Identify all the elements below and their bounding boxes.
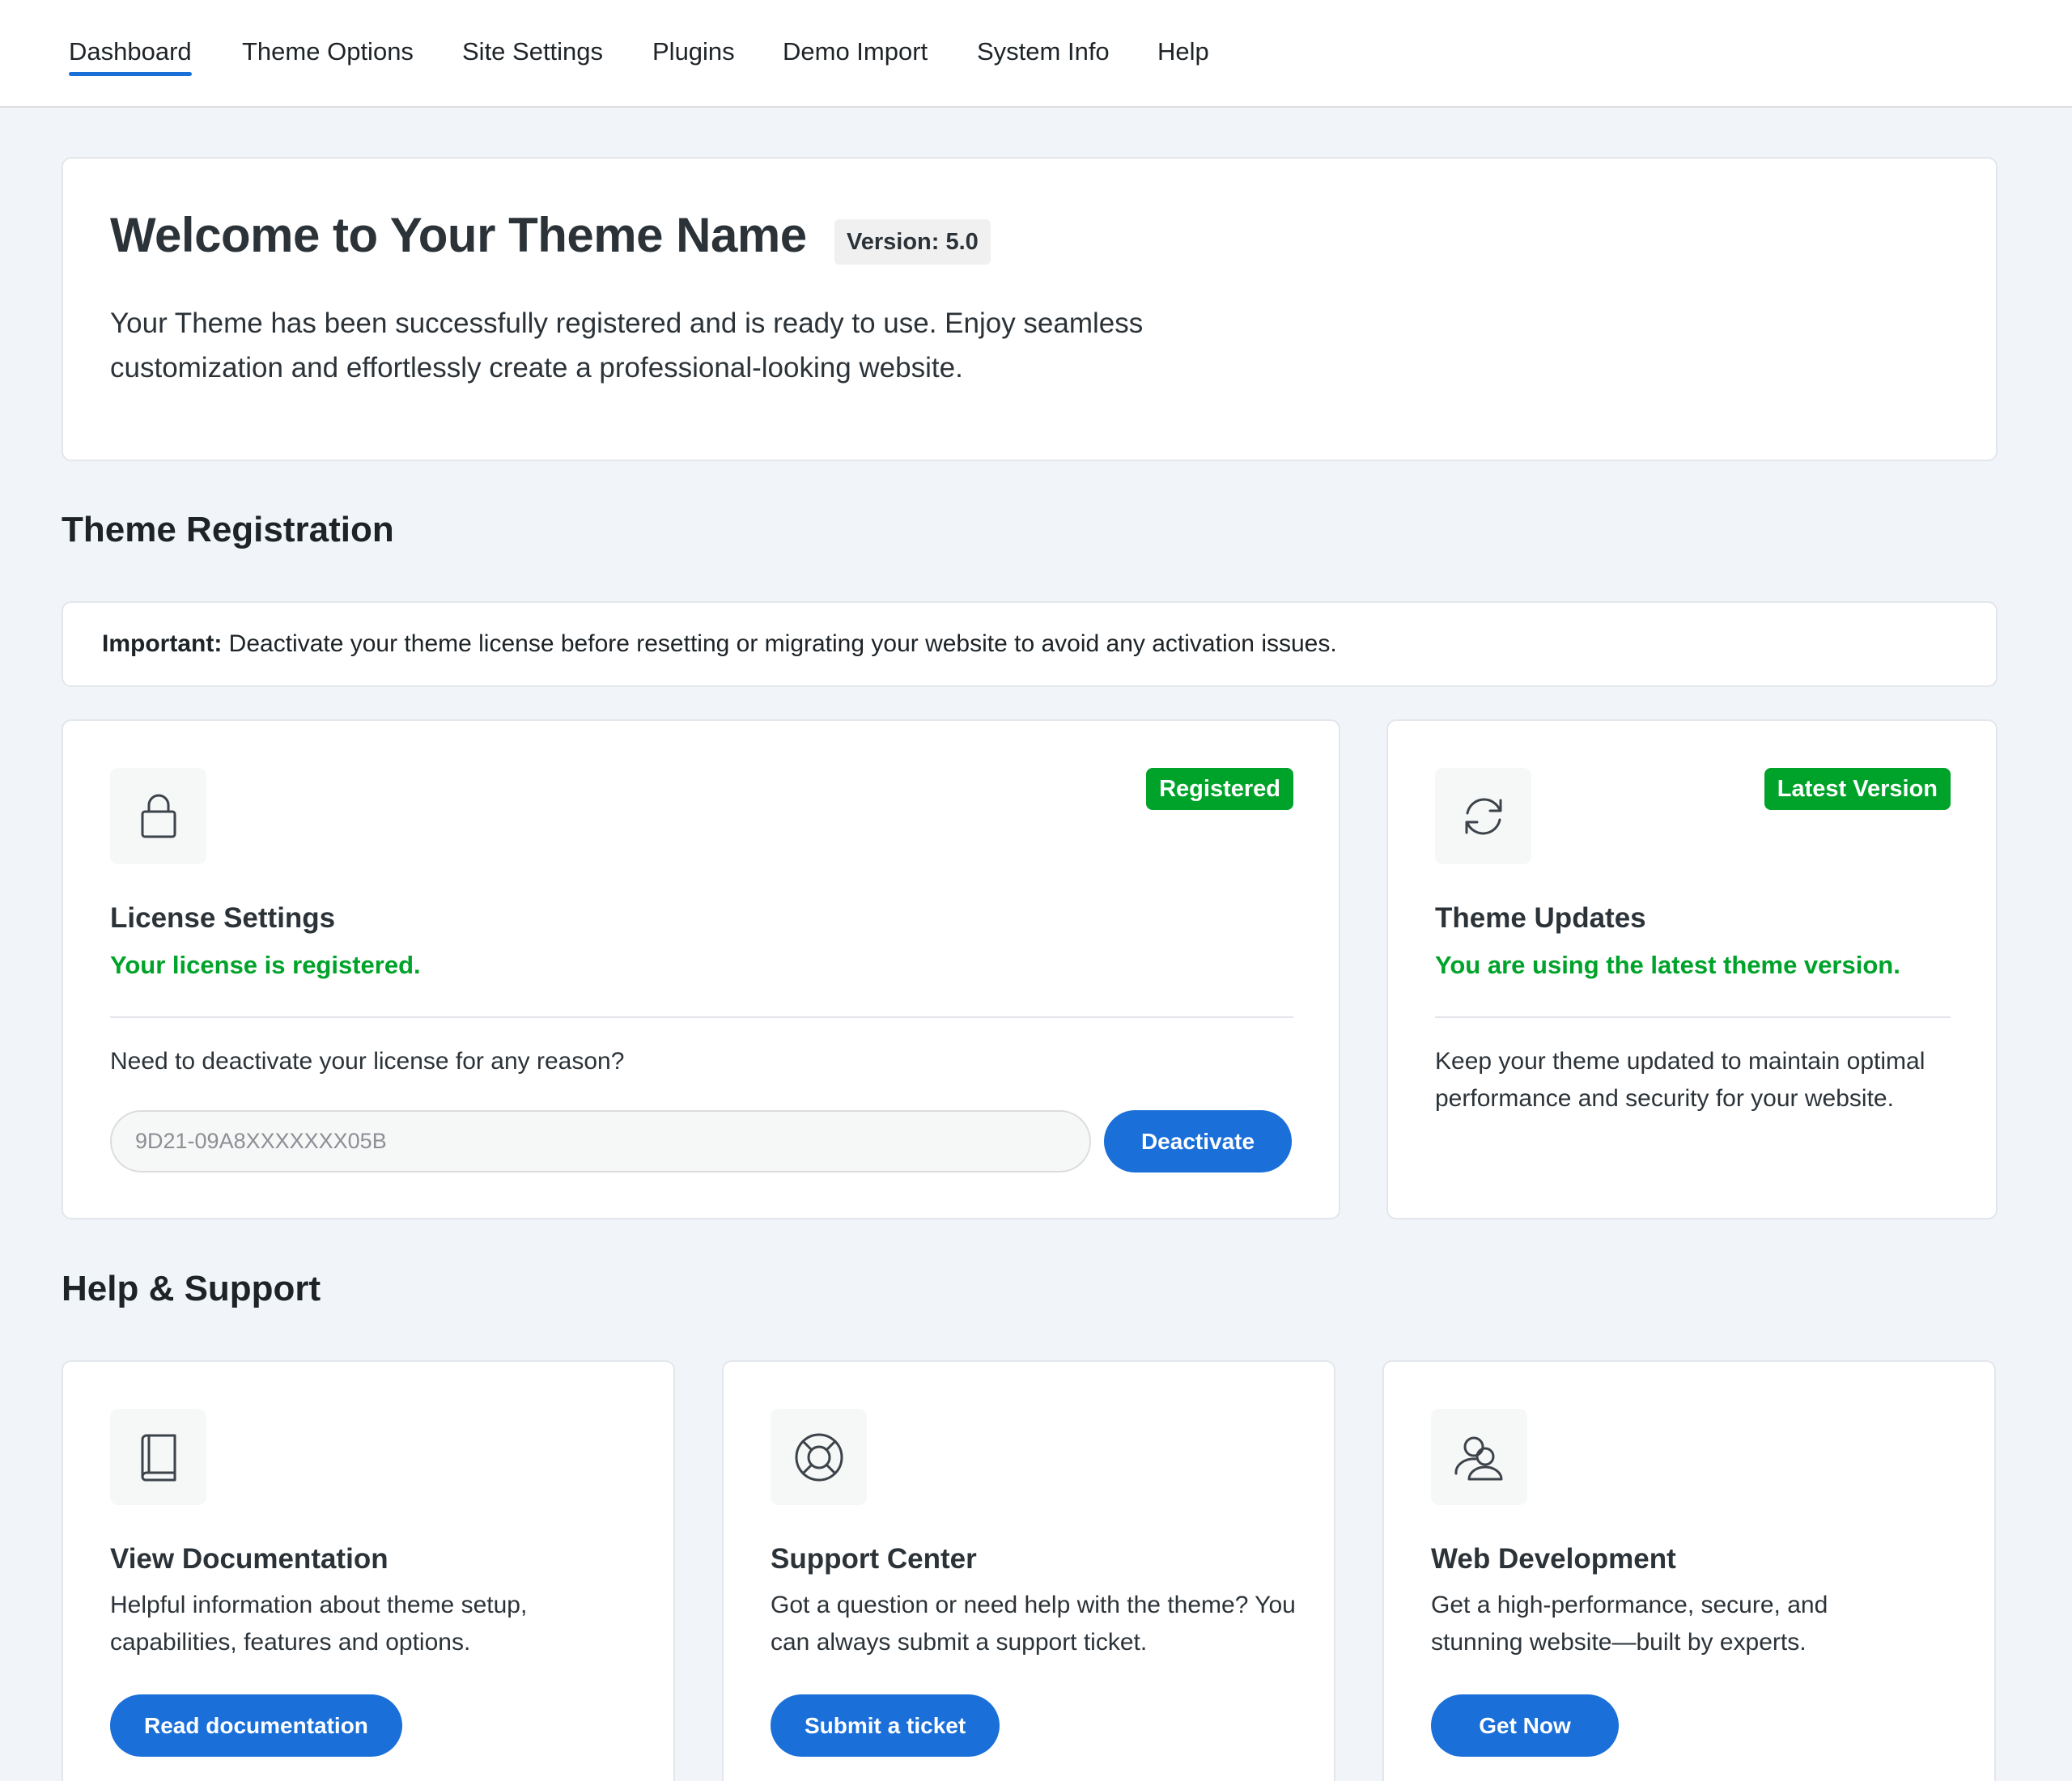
theme-updates-heading: Theme Updates [1435, 902, 1646, 934]
tab-site-settings[interactable]: Site Settings [462, 36, 603, 76]
notice-message: Deactivate your theme license before res… [222, 630, 1337, 657]
deactivate-prompt: Need to deactivate your license for any … [110, 1048, 625, 1075]
welcome-description: Your Theme has been successfully registe… [110, 307, 1144, 384]
license-settings-card: Registered License Settings Your license… [62, 719, 1340, 1219]
license-status: Your license is registered. [110, 951, 421, 979]
book-icon [141, 1434, 176, 1481]
support-center-description: Got a question or need help with the the… [771, 1592, 1296, 1656]
tab-demo-import[interactable]: Demo Import [783, 36, 928, 76]
notice-text: Important: Deactivate your theme license… [102, 630, 1337, 658]
lifebuoy-icon-box [771, 1409, 867, 1505]
refresh-icon [1465, 798, 1501, 834]
deactivate-button[interactable]: Deactivate [1104, 1110, 1292, 1172]
tab-dashboard[interactable]: Dashboard [69, 36, 192, 76]
web-development-heading: Web Development [1431, 1543, 1676, 1575]
tab-plugins[interactable]: Plugins [652, 36, 735, 76]
important-notice: Important: Deactivate your theme license… [62, 601, 1998, 687]
updates-description: Keep your theme updated to maintain opti… [1435, 1048, 1926, 1112]
update-status: You are using the latest theme version. [1435, 951, 1900, 979]
web-development-description: Get a high-performance, secure, and stun… [1431, 1592, 1828, 1656]
lock-icon-box [110, 768, 206, 864]
documentation-description: Helpful information about theme setup, c… [110, 1592, 528, 1656]
welcome-title: Welcome to Your Theme Name [110, 208, 807, 262]
documentation-heading: View Documentation [110, 1543, 388, 1575]
license-settings-heading: License Settings [110, 902, 336, 934]
registered-badge: Registered [1146, 768, 1293, 810]
users-icon-box [1431, 1409, 1527, 1505]
support-center-heading: Support Center [771, 1543, 977, 1575]
support-center-card: Support Center Got a question or need he… [722, 1360, 1335, 1781]
tab-help[interactable]: Help [1157, 36, 1209, 76]
submit-ticket-button[interactable]: Submit a ticket [771, 1694, 1000, 1757]
theme-updates-card: Latest Version Theme Updates You are usi… [1386, 719, 1998, 1219]
license-divider [110, 1016, 1293, 1018]
refresh-icon-box [1435, 768, 1531, 864]
version-badge: Version: 5.0 [834, 219, 991, 265]
support-section-title: Help & Support [62, 1269, 321, 1308]
latest-version-badge: Latest Version [1764, 768, 1951, 810]
lifebuoy-icon [795, 1433, 843, 1481]
top-navigation: Dashboard Theme Options Site Settings Pl… [0, 0, 2072, 108]
license-key-input[interactable] [110, 1110, 1091, 1172]
notice-label: Important: [102, 630, 223, 657]
welcome-card: Welcome to Your Theme Name Version: 5.0 … [62, 157, 1998, 461]
documentation-card: View Documentation Helpful information a… [62, 1360, 675, 1781]
read-documentation-button[interactable]: Read documentation [110, 1694, 402, 1757]
book-icon-box [110, 1409, 206, 1505]
get-now-button[interactable]: Get Now [1431, 1694, 1619, 1757]
tab-system-info[interactable]: System Info [977, 36, 1110, 76]
lock-icon [141, 794, 176, 837]
users-icon [1454, 1436, 1502, 1480]
registration-section-title: Theme Registration [62, 510, 394, 549]
tab-theme-options[interactable]: Theme Options [242, 36, 414, 76]
updates-divider [1435, 1016, 1951, 1018]
web-development-card: Web Development Get a high-performance, … [1382, 1360, 1996, 1781]
